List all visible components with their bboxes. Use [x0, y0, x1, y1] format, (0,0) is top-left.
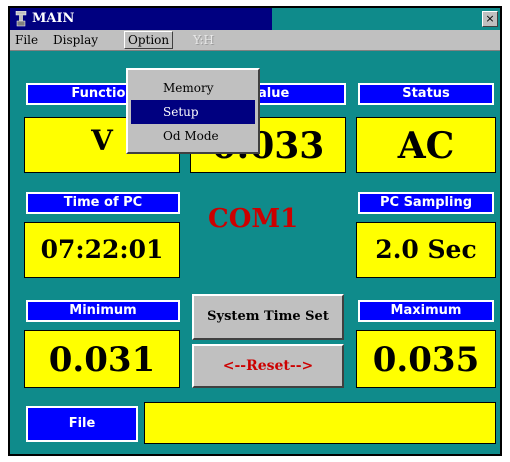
close-button[interactable]: × [482, 11, 498, 27]
title-bar[interactable]: MAIN × [10, 8, 500, 30]
status-label: Status [358, 83, 494, 105]
menu-bar: File Display Option Y:H [10, 30, 500, 51]
file-label: File [26, 406, 138, 442]
time-of-pc-value: 07:22:01 [24, 222, 180, 278]
menu-file[interactable]: File [12, 32, 41, 48]
menu-item-setup[interactable]: Setup [131, 100, 255, 124]
minimum-label: Minimum [26, 300, 180, 322]
menu-display[interactable]: Display [50, 32, 101, 48]
pc-sampling-label: PC Sampling [358, 192, 494, 214]
main-window: MAIN × File Display Option Y:H Function … [8, 6, 502, 456]
maximum-label: Maximum [358, 300, 494, 322]
maximum-value: 0.035 [356, 330, 496, 388]
minimum-value: 0.031 [24, 330, 180, 388]
system-time-set-button[interactable]: System Time Set [192, 294, 344, 340]
menu-disabled-item: Y:H [193, 33, 214, 47]
com-port-label: COM1 [208, 204, 299, 234]
reset-button[interactable]: <--Reset--> [192, 344, 344, 388]
menu-item-od-mode[interactable]: Od Mode [131, 124, 255, 148]
window-title: MAIN [32, 11, 75, 26]
pc-sampling-value: 2.0 Sec [356, 222, 496, 278]
menu-option[interactable]: Option [124, 31, 174, 49]
file-path-field[interactable] [144, 402, 496, 444]
app-icon [15, 11, 27, 27]
option-dropdown-menu: Memory Setup Od Mode [126, 68, 260, 154]
menu-item-memory[interactable]: Memory [131, 76, 255, 100]
status-value: AC [356, 117, 496, 173]
time-of-pc-label: Time of PC [26, 192, 180, 214]
